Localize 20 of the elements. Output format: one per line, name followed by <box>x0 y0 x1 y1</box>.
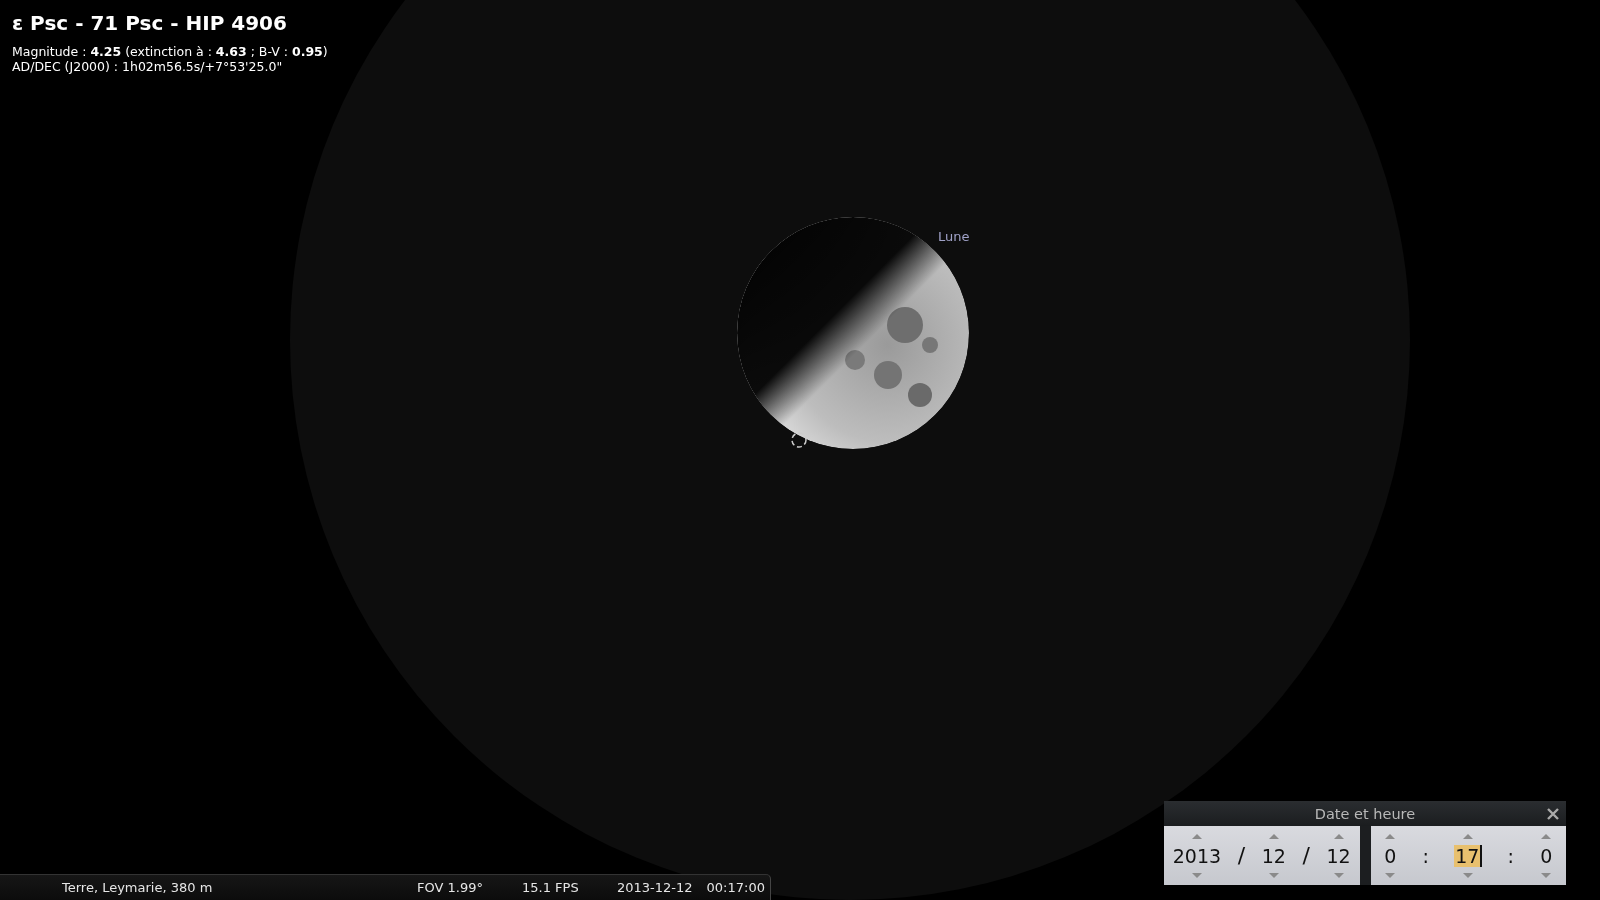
time-spinbox[interactable]: 0 <box>1539 844 1554 867</box>
object-detail: AD/DEC (J2000) : 1h02m56.5s/+7°53'25.0" <box>12 59 284 74</box>
date-spinbox[interactable]: 12 <box>1260 844 1287 867</box>
time-separator: : <box>1422 844 1429 867</box>
moon-label: Lune <box>938 229 970 244</box>
time-spinbox[interactable]: 17 <box>1454 844 1483 867</box>
time-spinbox[interactable]: 0 <box>1383 844 1398 867</box>
fov-text: FOV 1.99° <box>417 880 484 895</box>
date-text: 2013-12-12 <box>617 880 693 895</box>
date-separator: / <box>1302 843 1310 868</box>
dialog-title: Date et heure <box>1314 805 1416 822</box>
date-spinbox[interactable]: 2013 <box>1171 844 1223 867</box>
location-text: Terre, Leymarie, 380 m <box>62 880 214 895</box>
object-detail: Magnitude : 4.25 (extinction à : 4.63 ; B-V : 0.95) <box>12 44 328 59</box>
time-text: 00:17:00 <box>706 880 765 895</box>
date-separator: / <box>1237 843 1246 868</box>
date-spinbox[interactable]: 12 <box>1325 844 1352 867</box>
fps-text: 15.1 FPS <box>522 880 580 895</box>
object-title: ε Psc - 71 Psc - HIP 4906 <box>12 11 288 35</box>
time-separator: : <box>1507 844 1514 867</box>
